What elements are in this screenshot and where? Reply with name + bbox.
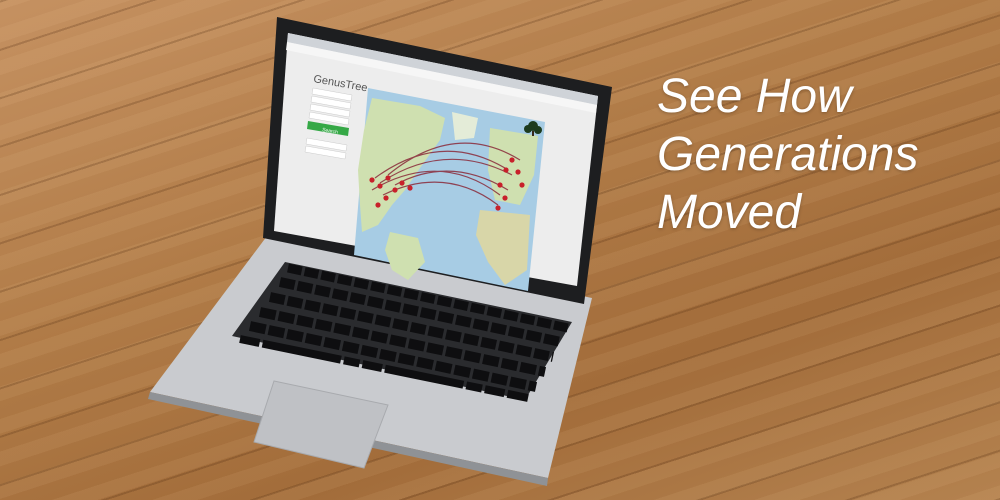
headline-line-2: Generations	[657, 128, 919, 181]
world-map[interactable]	[354, 88, 545, 291]
headline-line-3: Moved	[657, 186, 802, 239]
headline-line-1: See How	[657, 70, 852, 123]
headline: See How Generations Moved	[657, 68, 919, 242]
